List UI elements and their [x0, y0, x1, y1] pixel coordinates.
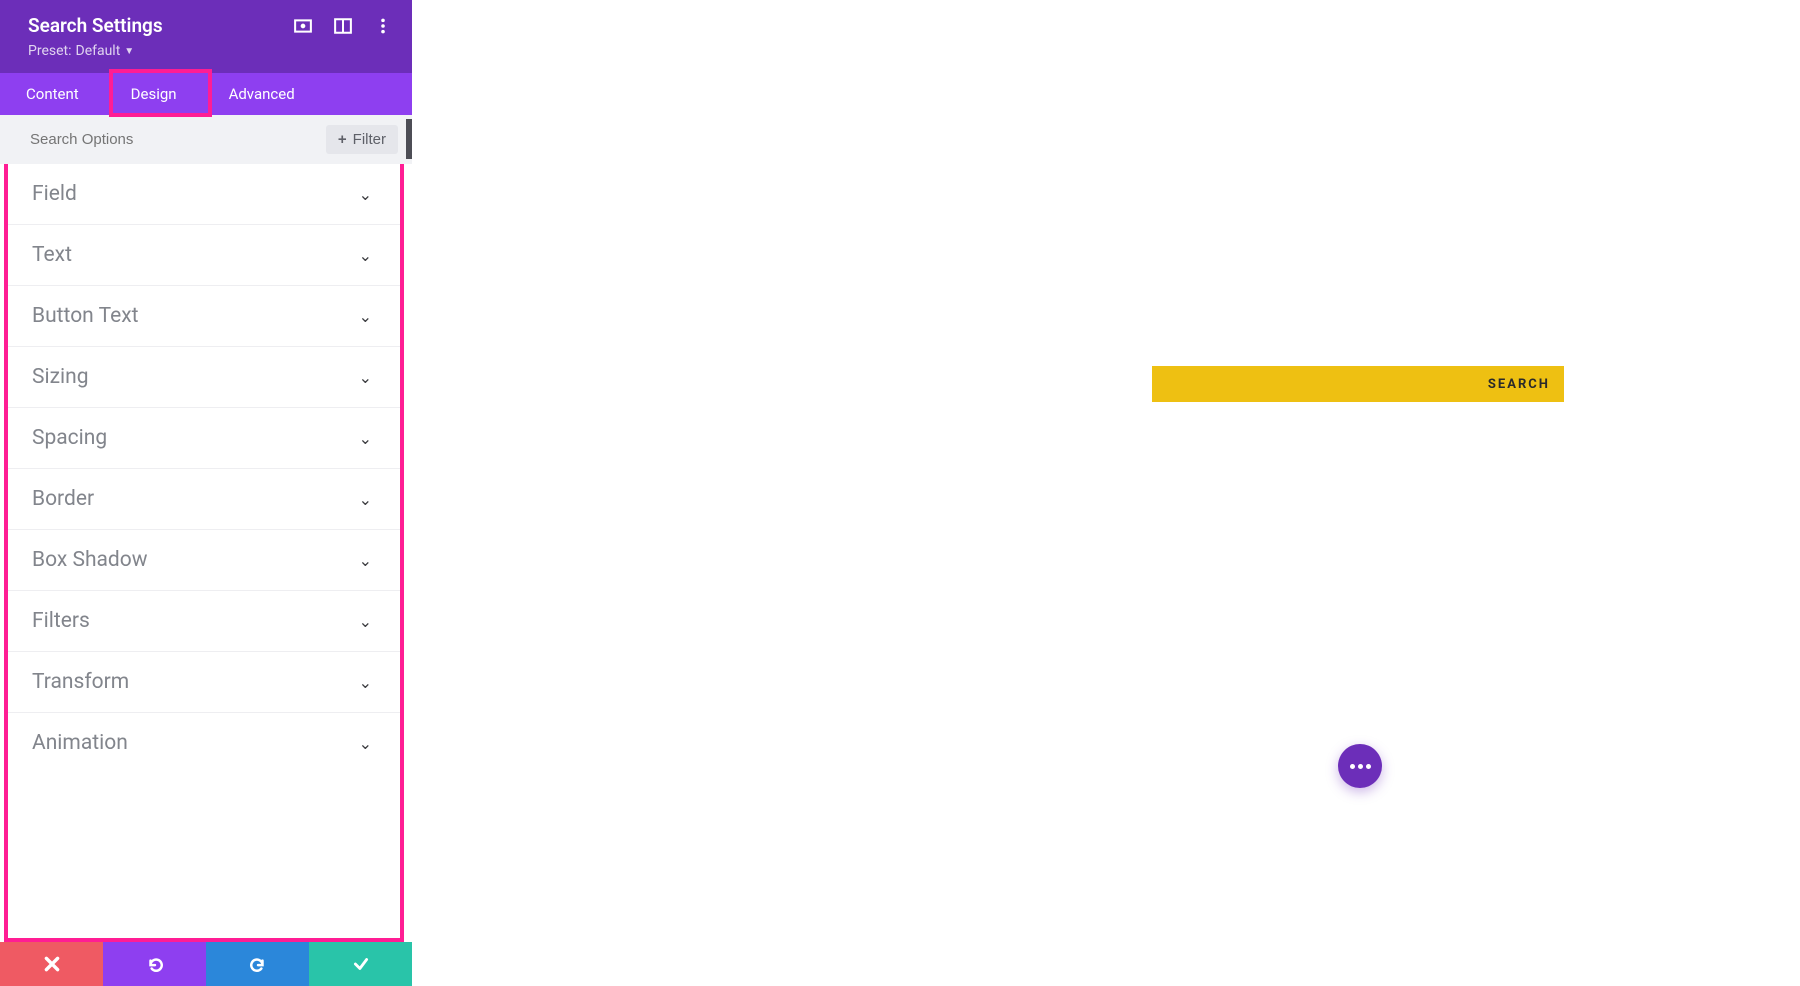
chevron-down-icon: ⌄	[359, 368, 372, 387]
search-options-input[interactable]	[30, 131, 326, 148]
tab-advanced[interactable]: Advanced	[203, 73, 321, 115]
chevron-down-icon: ⌄	[359, 185, 372, 204]
option-label: Sizing	[32, 365, 89, 389]
cancel-button[interactable]	[0, 942, 103, 986]
tab-content[interactable]: Content	[0, 73, 105, 115]
chevron-down-icon: ⌄	[359, 246, 372, 265]
option-label: Button Text	[32, 304, 139, 328]
expand-icon[interactable]	[294, 17, 312, 35]
fab-more-button[interactable]	[1338, 744, 1382, 788]
option-transform[interactable]: Transform ⌄	[8, 652, 400, 713]
panel-title: Search Settings	[28, 14, 163, 37]
plus-icon: +	[338, 131, 347, 148]
option-label: Transform	[32, 670, 129, 694]
chevron-down-icon: ⌄	[359, 429, 372, 448]
option-text[interactable]: Text ⌄	[8, 225, 400, 286]
preset-dropdown[interactable]: Preset: Default ▼	[28, 43, 392, 59]
option-label: Spacing	[32, 426, 107, 450]
chevron-down-icon: ⌄	[359, 307, 372, 326]
search-options-row: + Filter	[0, 115, 412, 164]
redo-button[interactable]	[206, 942, 309, 986]
header-row: Search Settings	[28, 14, 392, 37]
option-field[interactable]: Field ⌄	[8, 164, 400, 225]
settings-header: Search Settings Preset: Default ▼	[0, 0, 412, 73]
option-label: Field	[32, 182, 77, 206]
option-label: Box Shadow	[32, 548, 148, 572]
footer-actions	[0, 942, 412, 986]
option-animation[interactable]: Animation ⌄	[8, 713, 400, 773]
chevron-down-icon: ⌄	[359, 612, 372, 631]
option-spacing[interactable]: Spacing ⌄	[8, 408, 400, 469]
design-options-list: Field ⌄ Text ⌄ Button Text ⌄ Sizing ⌄ Sp…	[4, 164, 404, 942]
undo-button[interactable]	[103, 942, 206, 986]
filter-label: Filter	[353, 131, 386, 148]
header-icons	[294, 17, 392, 35]
dots-icon	[1350, 764, 1371, 769]
chevron-down-icon: ⌄	[359, 551, 372, 570]
preview-canvas: SEARCH	[412, 0, 1800, 986]
option-label: Border	[32, 487, 94, 511]
option-border[interactable]: Border ⌄	[8, 469, 400, 530]
columns-icon[interactable]	[334, 17, 352, 35]
option-sizing[interactable]: Sizing ⌄	[8, 347, 400, 408]
search-button-label: SEARCH	[1488, 377, 1550, 392]
option-button-text[interactable]: Button Text ⌄	[8, 286, 400, 347]
settings-sidebar: Search Settings Preset: Default ▼ Conten…	[0, 0, 412, 986]
filter-button[interactable]: + Filter	[326, 125, 398, 154]
option-box-shadow[interactable]: Box Shadow ⌄	[8, 530, 400, 591]
preset-value: Default	[76, 43, 121, 59]
tab-design[interactable]: Design	[105, 73, 203, 115]
preset-label: Preset:	[28, 43, 72, 59]
search-widget-preview[interactable]: SEARCH	[1152, 366, 1564, 402]
chevron-down-icon: ⌄	[359, 490, 372, 509]
tabs: Content Design Advanced	[0, 73, 412, 115]
chevron-down-icon: ⌄	[359, 673, 372, 692]
option-label: Text	[32, 243, 72, 267]
option-label: Animation	[32, 731, 128, 755]
save-button[interactable]	[309, 942, 412, 986]
option-filters[interactable]: Filters ⌄	[8, 591, 400, 652]
more-icon[interactable]	[374, 17, 392, 35]
option-label: Filters	[32, 609, 90, 633]
caret-down-icon: ▼	[124, 46, 134, 57]
chevron-down-icon: ⌄	[359, 734, 372, 753]
